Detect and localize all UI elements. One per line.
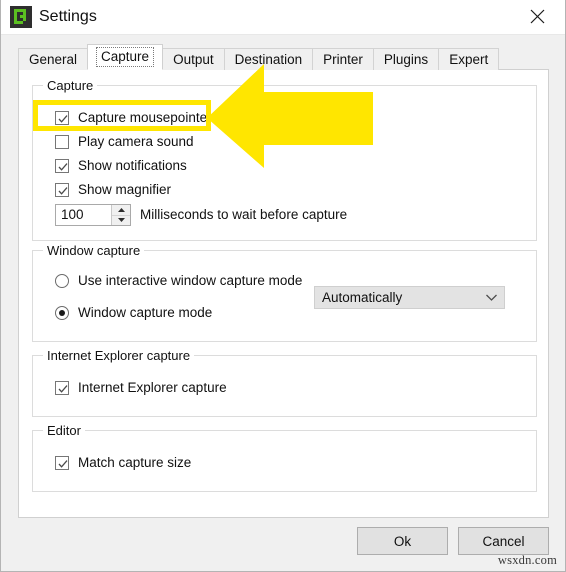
close-icon[interactable] — [515, 0, 559, 33]
group-capture-title: Capture — [43, 78, 98, 93]
tab-plugins[interactable]: Plugins — [372, 48, 440, 70]
group-window-capture: Window capture Use interactive window ca… — [32, 243, 537, 342]
checkbox-match-capture-size[interactable]: Match capture size — [55, 454, 191, 472]
capture-delay-label: Milliseconds to wait before capture — [140, 207, 348, 222]
checkbox-box-unchecked-icon — [55, 135, 69, 149]
stepper-up-icon[interactable] — [112, 205, 130, 216]
ok-button[interactable]: Ok — [357, 527, 448, 555]
checkbox-show-notifications-label: Show notifications — [78, 158, 187, 173]
cancel-button[interactable]: Cancel — [458, 527, 549, 555]
group-window-capture-title: Window capture — [43, 243, 145, 258]
checkbox-box-checked-icon — [55, 183, 69, 197]
chevron-down-icon — [478, 293, 504, 302]
radio-button-selected-icon — [55, 306, 69, 320]
group-editor: Editor Match capture size — [32, 423, 537, 492]
tab-capture[interactable]: Capture — [87, 44, 164, 70]
tab-capture-label: Capture — [96, 47, 155, 67]
ok-button-label: Ok — [393, 533, 412, 549]
watermark: wsxdn.com — [497, 553, 557, 567]
radio-window-capture-mode-label: Window capture mode — [78, 305, 213, 320]
cancel-button-label: Cancel — [482, 533, 525, 549]
checkbox-box-checked-icon — [55, 456, 69, 470]
checkbox-box-checked-icon — [55, 381, 69, 395]
tab-general-label: General — [29, 52, 78, 67]
checkbox-play-camera-sound-label: Play camera sound — [78, 134, 194, 149]
checkbox-box-checked-icon — [55, 159, 69, 173]
capture-delay-value: 100 — [61, 207, 84, 222]
group-capture: Capture Capture mousepointer Play camera… — [32, 78, 537, 241]
tab-output-label: Output — [173, 52, 214, 67]
tab-destination[interactable]: Destination — [223, 48, 314, 70]
checkbox-show-magnifier-label: Show magnifier — [78, 182, 172, 197]
title-bar: Settings — [1, 0, 565, 35]
tab-printer-label: Printer — [323, 52, 363, 67]
checkbox-show-magnifier[interactable]: Show magnifier — [55, 181, 171, 199]
checkbox-capture-mousepointer[interactable]: Capture mousepointer — [55, 109, 212, 127]
tab-plugins-label: Plugins — [383, 52, 429, 67]
group-ie-capture: Internet Explorer capture Internet Explo… — [32, 348, 537, 417]
stepper-buttons[interactable] — [111, 205, 130, 225]
checkbox-show-notifications[interactable]: Show notifications — [55, 157, 187, 175]
checkbox-internet-explorer-capture-label: Internet Explorer capture — [78, 380, 227, 395]
stepper-down-icon[interactable] — [112, 216, 130, 226]
settings-window: Settings General Capture Output Destinat… — [0, 0, 566, 572]
tab-destination-label: Destination — [234, 52, 303, 67]
group-editor-title: Editor — [43, 423, 85, 438]
radio-window-capture-mode[interactable]: Window capture mode — [55, 304, 212, 322]
tab-strip: General Capture Output Destination Print… — [18, 44, 500, 70]
greenshot-logo-icon — [10, 6, 32, 28]
radio-use-interactive-window-capture-mode-label: Use interactive window capture mode — [78, 273, 303, 288]
tab-expert-label: Expert — [449, 52, 489, 67]
checkbox-play-camera-sound[interactable]: Play camera sound — [55, 133, 194, 151]
checkbox-internet-explorer-capture[interactable]: Internet Explorer capture — [55, 379, 227, 397]
capture-delay-stepper[interactable]: 100 — [55, 204, 131, 226]
group-ie-capture-title: Internet Explorer capture — [43, 348, 195, 363]
tab-output[interactable]: Output — [162, 48, 225, 70]
radio-use-interactive-window-capture-mode[interactable]: Use interactive window capture mode — [55, 272, 302, 290]
tab-expert[interactable]: Expert — [438, 48, 500, 70]
tab-general[interactable]: General — [18, 48, 89, 70]
tab-printer[interactable]: Printer — [312, 48, 374, 70]
checkbox-capture-mousepointer-label: Capture mousepointer — [78, 110, 212, 125]
capture-tab-panel: Capture Capture mousepointer Play camera… — [18, 69, 549, 518]
radio-button-unselected-icon — [55, 274, 69, 288]
window-capture-mode-dropdown[interactable]: Automatically — [314, 286, 505, 309]
window-capture-mode-value: Automatically — [322, 289, 403, 305]
checkbox-match-capture-size-label: Match capture size — [78, 455, 192, 470]
checkbox-box-checked-icon — [55, 111, 69, 125]
window-title: Settings — [39, 8, 97, 25]
